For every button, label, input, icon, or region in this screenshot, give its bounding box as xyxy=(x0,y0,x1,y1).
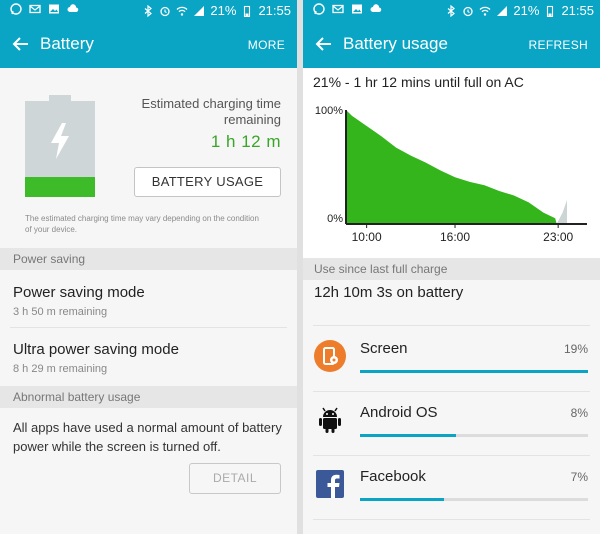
alarm-icon xyxy=(462,5,474,17)
app-name: Screen xyxy=(360,340,408,357)
app-bar: Battery usage REFRESH xyxy=(303,22,600,68)
divider xyxy=(313,325,590,326)
charging-area xyxy=(556,200,567,224)
y-tick-label: 0% xyxy=(327,213,343,225)
battery-level-fill xyxy=(25,176,95,197)
signal-icon xyxy=(496,5,508,17)
battery-screen: 21% 21:55 Battery MORE Estimated chargin… xyxy=(0,0,297,534)
usage-bar-track xyxy=(360,498,588,501)
app-percent: 8% xyxy=(570,406,588,420)
ultra-power-saving-item[interactable]: Ultra power saving mode 8 h 29 m remaini… xyxy=(0,328,297,385)
wifi-icon xyxy=(479,5,491,17)
facebook-icon xyxy=(314,468,346,500)
usage-bar-fill xyxy=(360,498,444,501)
bluetooth-icon xyxy=(445,5,457,17)
whatsapp-icon xyxy=(313,3,325,15)
app-name: Facebook xyxy=(360,468,426,485)
page-title: Battery xyxy=(40,34,94,53)
signal-icon xyxy=(193,5,205,17)
ultra-power-saving-remaining: 8 h 29 m remaining xyxy=(13,363,108,375)
email-icon xyxy=(29,3,41,15)
more-button[interactable]: MORE xyxy=(248,38,285,52)
app-percent: 7% xyxy=(570,470,588,484)
app-bar: Battery MORE xyxy=(0,22,297,68)
battery-charging-icon xyxy=(241,5,253,17)
back-arrow-icon[interactable] xyxy=(315,35,333,53)
battery-graph: 21% - 1 hr 12 mins until full on AC 100%… xyxy=(303,68,600,258)
lightning-bolt-icon xyxy=(47,123,73,159)
power-saving-header: Power saving xyxy=(0,248,297,270)
refresh-button[interactable]: REFRESH xyxy=(529,38,588,52)
time-on-battery: 12h 10m 3s on battery xyxy=(314,284,464,301)
android-icon xyxy=(314,404,346,436)
power-saving-mode-remaining: 3 h 50 m remaining xyxy=(13,306,108,318)
battery-charging-icon xyxy=(544,5,556,17)
app-usage-row[interactable]: Screen 19% xyxy=(303,328,600,391)
status-bar: 21% 21:55 xyxy=(0,0,297,22)
abnormal-usage-text: All apps have used a normal amount of ba… xyxy=(13,420,282,454)
gallery-icon xyxy=(351,3,363,15)
estimated-time-label: Estimated charging time remaining xyxy=(141,96,281,127)
cloud-icon xyxy=(67,3,79,15)
battery-usage-button[interactable]: BATTERY USAGE xyxy=(134,167,281,197)
discharge-area xyxy=(346,110,557,224)
charging-note: The estimated charging time may vary dep… xyxy=(25,214,259,234)
app-name: Android OS xyxy=(360,404,438,421)
battery-usage-screen: 21% 21:55 Battery usage REFRESH 21% - 1 … xyxy=(303,0,600,534)
x-tick-label: 16:00 xyxy=(440,230,470,244)
battery-chart: 100% 0% 10:00 16:00 23:00 xyxy=(315,105,587,244)
wifi-icon xyxy=(176,5,188,17)
power-saving-mode-item[interactable]: Power saving mode 3 h 50 m remaining xyxy=(0,270,297,327)
abnormal-usage-header: Abnormal battery usage xyxy=(0,386,297,408)
status-bar: 21% 21:55 xyxy=(303,0,600,22)
power-saving-mode-title: Power saving mode xyxy=(13,284,145,301)
usage-bar-fill xyxy=(360,434,456,437)
charging-card: Estimated charging time remaining 1 h 12… xyxy=(0,68,297,246)
x-tick-label: 10:00 xyxy=(352,230,382,244)
use-since-header: Use since last full charge xyxy=(303,258,600,280)
divider xyxy=(313,519,590,520)
ultra-power-saving-title: Ultra power saving mode xyxy=(13,341,179,358)
email-icon xyxy=(332,3,344,15)
back-arrow-icon[interactable] xyxy=(12,35,30,53)
x-tick-label: 23:00 xyxy=(543,230,573,244)
battery-graphic xyxy=(25,95,95,197)
usage-bar-track xyxy=(360,434,588,437)
usage-bar-track xyxy=(360,370,588,373)
alarm-icon xyxy=(159,5,171,17)
bluetooth-icon xyxy=(142,5,154,17)
battery-percent: 21% xyxy=(513,3,540,18)
screen-icon xyxy=(314,340,346,372)
whatsapp-icon xyxy=(10,3,22,15)
clock: 21:55 xyxy=(561,3,594,18)
app-usage-row[interactable]: Android OS 8% xyxy=(303,392,600,455)
usage-bar-fill xyxy=(360,370,588,373)
battery-percent: 21% xyxy=(210,3,237,18)
app-usage-row[interactable]: Facebook 7% xyxy=(303,456,600,519)
gallery-icon xyxy=(48,3,60,15)
clock: 21:55 xyxy=(258,3,291,18)
app-percent: 19% xyxy=(563,342,588,356)
estimated-time-value: 1 h 12 m xyxy=(210,132,281,151)
y-tick-label: 100% xyxy=(315,105,343,117)
page-title: Battery usage xyxy=(343,34,448,53)
detail-button[interactable]: DETAIL xyxy=(189,463,281,494)
cloud-icon xyxy=(370,3,382,15)
